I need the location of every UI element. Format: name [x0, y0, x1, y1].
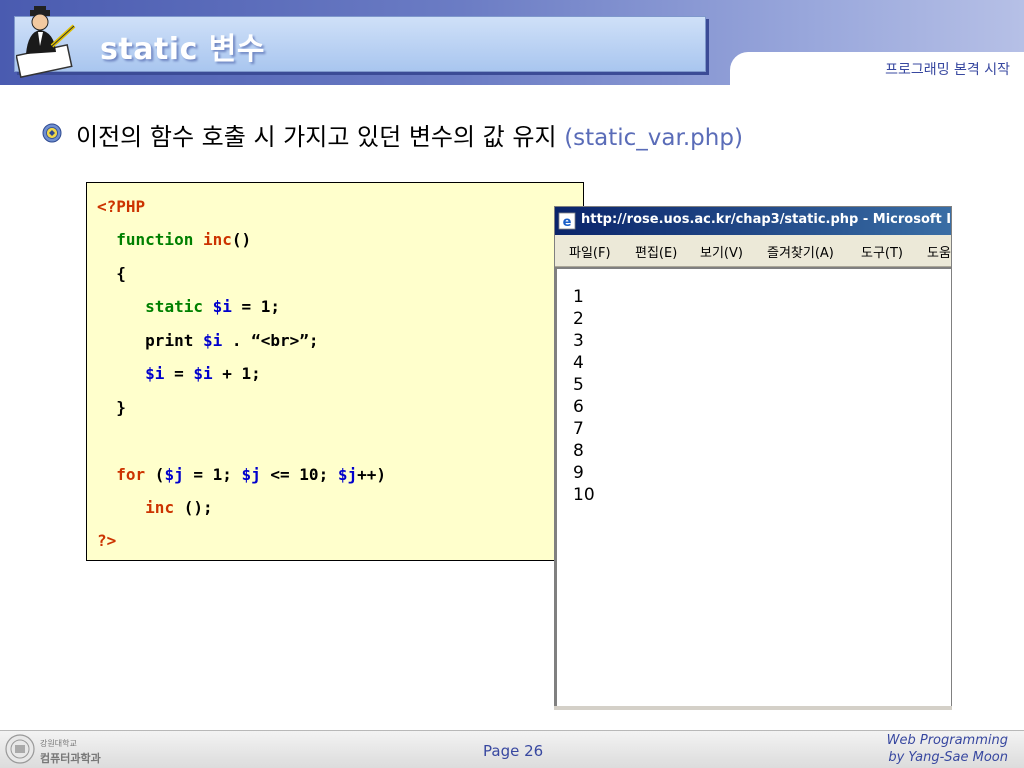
print-rest: . “<br>”; [222, 331, 319, 350]
increment-rest: + 1; [212, 364, 261, 383]
browser-content: 1 2 3 4 5 6 7 8 9 10 [555, 267, 951, 707]
code-line-6: $i = $i + 1; [97, 364, 261, 383]
var-j: $j [164, 465, 184, 484]
var-i: $i [145, 364, 165, 383]
menu-tools[interactable]: 도구(T) [861, 242, 903, 261]
code-box: <?PHP function inc() { static $i = 1; pr… [86, 182, 584, 561]
output-line: 8 [573, 441, 584, 461]
code-line-8: for ($j = 1; $j <= 10; $j++) [97, 465, 386, 484]
svg-text:e: e [563, 215, 572, 230]
php-close-tag: ?> [97, 531, 117, 550]
output-line: 3 [573, 331, 584, 351]
browser-window: e http://rose.uos.ac.kr/chap3/static.php… [554, 206, 952, 708]
bullet-filename: (static_var.php) [564, 125, 743, 151]
slide-title: static 변수 [100, 32, 265, 67]
var-j: $j [241, 465, 261, 484]
code-line-2: function inc() [97, 230, 251, 249]
browser-titlebar[interactable]: e http://rose.uos.ac.kr/chap3/static.php… [555, 207, 952, 235]
footer-course: Web Programming [886, 733, 1008, 748]
university-seal-icon [5, 734, 35, 764]
bullet-description: 이전의 함수 호출 시 가지고 있던 변수의 값 유지 [76, 123, 565, 151]
var-i: $i [212, 297, 232, 316]
bullet-emblem-icon [42, 123, 62, 143]
menu-help[interactable]: 도움말(H) [927, 242, 951, 261]
menu-edit[interactable]: 편집(E) [635, 242, 677, 261]
menu-view[interactable]: 보기(V) [700, 242, 743, 261]
assign-op: = [164, 364, 194, 383]
code-line-1: <?PHP [97, 197, 145, 216]
output-line: 9 [573, 463, 584, 483]
footer-department: 컴퓨터과학과 [40, 752, 101, 765]
menu-file[interactable]: 파일(F) [569, 242, 611, 261]
var-i: $i [193, 364, 213, 383]
for-init: = 1; [183, 465, 242, 484]
code-line-9: inc (); [97, 498, 213, 517]
internet-explorer-icon: e [558, 212, 576, 230]
for-cond: <= 10; [260, 465, 338, 484]
browser-bottom-edge [554, 706, 952, 710]
code-line-7: } [97, 398, 126, 417]
call-rest: (); [174, 498, 213, 517]
keyword-for: for [116, 465, 146, 484]
output-line: 4 [573, 353, 584, 373]
keyword-print: print [145, 331, 203, 350]
code-line-4: static $i = 1; [97, 297, 280, 316]
for-inc: ++) [357, 465, 386, 484]
call-inc: inc [145, 498, 175, 517]
for-open: ( [145, 465, 165, 484]
parens: () [231, 230, 252, 249]
code-line-10: ?> [97, 531, 116, 550]
page-number: Page 26 [483, 742, 544, 760]
var-j: $j [337, 465, 358, 484]
keyword-static: static [145, 297, 213, 316]
output-line: 5 [573, 375, 584, 395]
output-line: 2 [573, 309, 584, 329]
menu-favorites[interactable]: 즐겨찾기(A) [767, 242, 834, 261]
teacher-writing-icon [16, 6, 76, 78]
browser-title: http://rose.uos.ac.kr/chap3/static.php -… [581, 212, 952, 227]
var-i: $i [202, 331, 223, 350]
output-line: 1 [573, 287, 584, 307]
output-line: 10 [573, 485, 595, 505]
section-tag: 프로그래밍 본격 시작 [885, 62, 1010, 78]
close-brace: } [116, 398, 126, 417]
php-open-tag: <?PHP [97, 197, 146, 216]
open-brace: { [116, 264, 126, 283]
code-line-3: { [97, 264, 126, 283]
function-name: inc [202, 230, 232, 249]
output-line: 6 [573, 397, 584, 417]
output-line: 7 [573, 419, 584, 439]
code-line-5: print $i . “<br>”; [97, 331, 319, 350]
bullet-text: 이전의 함수 호출 시 가지고 있던 변수의 값 유지 (static_var.… [76, 117, 743, 152]
footer-author: by Yang-Sae Moon [888, 750, 1008, 765]
keyword-function: function [116, 230, 203, 249]
assign-rest: = 1; [231, 297, 281, 316]
footer-university: 강원대학교 [40, 739, 77, 748]
browser-menubar: 파일(F) 편집(E) 보기(V) 즐겨찾기(A) 도구(T) 도움말(H) [555, 235, 951, 267]
